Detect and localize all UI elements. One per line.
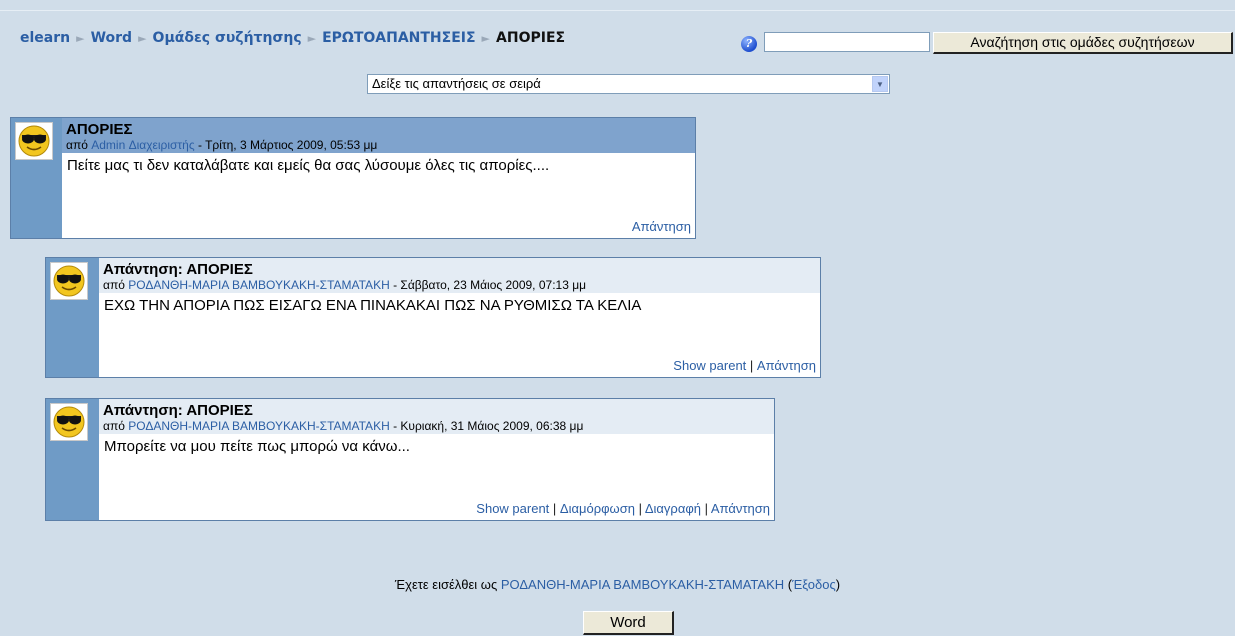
post-header: Απάντηση: ΑΠΟΡΙΕΣ από ΡΟΔΑΝΘΗ-ΜΑΡΙΑ ΒΑΜΒ… — [99, 258, 820, 293]
post-title: Απάντηση: ΑΠΟΡΙΕΣ — [103, 402, 253, 419]
post-commands: Show parent | Διαμόρφωση | Διαγραφή | Απ… — [476, 501, 770, 516]
edit-link[interactable]: Διαμόρφωση — [560, 501, 635, 516]
logout-link[interactable]: Έξοδος — [792, 577, 836, 592]
post-date: - Σάββατο, 23 Μάιος 2009, 07:13 μμ — [389, 278, 587, 292]
post-title: Απάντηση: ΑΠΟΡΙΕΣ — [103, 261, 253, 278]
logged-in-user-link[interactable]: ΡΟΔΑΝΘΗ-ΜΑΡΙΑ ΒΑΜΒΟΥΚΑΚΗ-ΣΤΑΜΑΤΑΚΗ — [501, 577, 784, 592]
post-by-label: από — [103, 419, 125, 433]
delete-link[interactable]: Διαγραφή — [645, 501, 701, 516]
smiley-avatar-icon[interactable] — [50, 262, 88, 300]
smiley-avatar-icon[interactable] — [15, 122, 53, 160]
reply-link[interactable]: Απάντηση — [757, 358, 816, 373]
breadcrumb-link-elearn[interactable]: elearn — [20, 30, 70, 46]
breadcrumb-separator-icon: ► — [138, 32, 147, 45]
reply-link[interactable]: Απάντηση — [711, 501, 770, 516]
breadcrumb-separator-icon: ► — [307, 32, 317, 45]
breadcrumb-link-forum[interactable]: ΕΡΩΤΟΑΠΑΝΤΗΣΕΙΣ — [322, 30, 475, 46]
breadcrumb-link-word[interactable]: Word — [91, 30, 133, 46]
post-meta: από ΡΟΔΑΝΘΗ-ΜΑΡΙΑ ΒΑΜΒΟΥΚΑΚΗ-ΣΤΑΜΑΤΑΚΗ -… — [103, 278, 816, 292]
forum-post: Απάντηση: ΑΠΟΡΙΕΣ από ΡΟΔΑΝΘΗ-ΜΑΡΙΑ ΒΑΜΒ… — [45, 398, 775, 521]
post-message: Πείτε μας τι δεν καταλάβατε και εμείς θα… — [67, 157, 550, 174]
search-input[interactable] — [764, 32, 930, 52]
breadcrumb-link-forums[interactable]: Ομάδες συζήτησης — [153, 30, 302, 46]
login-prefix: Έχετε εισέλθει ως — [394, 577, 501, 592]
help-icon[interactable]: ? — [741, 36, 757, 52]
post-message: ΕΧΩ ΤΗΝ ΑΠΟΡΙΑ ΠΩΣ ΕΙΣΑΓΩ ΕΝΑ ΠΙΝΑΚΑΚΑΙ … — [104, 297, 642, 314]
post-header: Απάντηση: ΑΠΟΡΙΕΣ από ΡΟΔΑΝΘΗ-ΜΑΡΙΑ ΒΑΜΒ… — [99, 399, 774, 434]
show-parent-link[interactable]: Show parent — [673, 358, 746, 373]
post-message: Μπορείτε να μου πείτε πως μπορώ να κάνω.… — [104, 438, 410, 455]
post-by-label: από — [103, 278, 125, 292]
show-parent-link[interactable]: Show parent — [476, 501, 549, 516]
forum-post: Απάντηση: ΑΠΟΡΙΕΣ από ΡΟΔΑΝΘΗ-ΜΑΡΙΑ ΒΑΜΒ… — [45, 257, 821, 378]
post-commands: Show parent | Απάντηση — [673, 358, 816, 373]
breadcrumb: elearn ► Word ► Ομάδες συζήτησης ► ΕΡΩΤΟΑΠΑΝΤΗ… — [20, 30, 565, 46]
forum-post: ΑΠΟΡΙΕΣ από Admin Διαχειριστής - Τρίτη, … — [10, 117, 696, 239]
search-forums-button[interactable]: Αναζήτηση στις ομάδες συζητήσεων — [933, 32, 1233, 54]
post-author-link[interactable]: Admin Διαχειριστής — [91, 138, 194, 152]
post-author-link[interactable]: ΡΟΔΑΝΘΗ-ΜΑΡΙΑ ΒΑΜΒΟΥΚΑΚΗ-ΣΤΑΜΑΤΑΚΗ — [128, 419, 390, 433]
home-course-button[interactable]: Word — [583, 611, 674, 635]
reply-link[interactable]: Απάντηση — [632, 219, 691, 234]
breadcrumb-separator-icon: ► — [481, 32, 491, 45]
logout-paren-open: ( — [784, 577, 793, 592]
login-info: Έχετε εισέλθει ως ΡΟΔΑΝΘΗ-ΜΑΡΙΑ ΒΑΜΒΟΥΚΑ… — [0, 577, 1235, 592]
post-by-label: από — [66, 138, 88, 152]
post-meta: από Admin Διαχειριστής - Τρίτη, 3 Μάρτιο… — [66, 138, 691, 152]
post-commands: Απάντηση — [632, 219, 691, 235]
post-meta: από ΡΟΔΑΝΘΗ-ΜΑΡΙΑ ΒΑΜΒΟΥΚΑΚΗ-ΣΤΑΜΑΤΑΚΗ -… — [103, 419, 770, 433]
post-date: - Τρίτη, 3 Μάρτιος 2009, 05:53 μμ — [194, 138, 378, 152]
smiley-avatar-icon[interactable] — [50, 403, 88, 441]
breadcrumb-separator-icon: ► — [76, 32, 85, 45]
display-mode-value: Δείξε τις απαντήσεις σε σειρά — [372, 76, 541, 91]
post-header: ΑΠΟΡΙΕΣ από Admin Διαχειριστής - Τρίτη, … — [62, 118, 695, 153]
display-mode-select[interactable]: Δείξε τις απαντήσεις σε σειρά ▼ — [367, 74, 890, 94]
post-author-link[interactable]: ΡΟΔΑΝΘΗ-ΜΑΡΙΑ ΒΑΜΒΟΥΚΑΚΗ-ΣΤΑΜΑΤΑΚΗ — [128, 278, 390, 292]
logout-paren-close: ) — [835, 577, 841, 592]
breadcrumb-current: ΑΠΟΡΙΕΣ — [496, 30, 566, 46]
post-date: - Κυριακή, 31 Μάιος 2009, 06:38 μμ — [389, 419, 584, 433]
post-title: ΑΠΟΡΙΕΣ — [66, 121, 133, 138]
chevron-down-icon[interactable]: ▼ — [872, 76, 888, 92]
top-divider — [0, 10, 1235, 11]
